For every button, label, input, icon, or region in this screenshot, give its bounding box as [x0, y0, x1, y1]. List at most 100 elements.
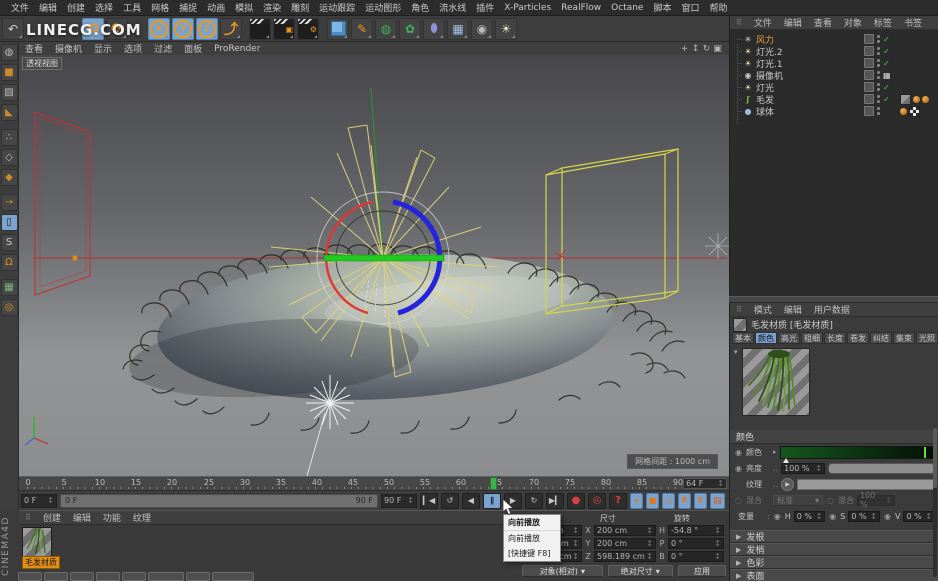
tab-clump[interactable]: 集束	[893, 332, 915, 344]
vp-menu-prorender[interactable]: ProRender	[208, 44, 266, 54]
tab-kink[interactable]: 纠结	[870, 332, 892, 344]
scale-tool-button[interactable]: ⟳	[106, 17, 128, 40]
render-picture-viewer-button[interactable]: ▣	[273, 17, 295, 40]
attr-menu-edit[interactable]: 编辑	[778, 303, 808, 316]
menu-create[interactable]: 创建	[62, 1, 90, 14]
rot-p-field[interactable]: 0 ° ↕	[668, 538, 724, 549]
gradient-knot[interactable]	[782, 457, 789, 463]
mix-strength-field[interactable]: 100 % ↕	[857, 491, 895, 509]
attr-menu-mode[interactable]: 模式	[748, 303, 778, 316]
mini-tab[interactable]	[44, 572, 68, 581]
om-menu-file[interactable]: 文件	[748, 16, 778, 29]
menu-select[interactable]: 选择	[90, 1, 118, 14]
undo-button[interactable]: ↶	[2, 17, 24, 40]
visibility-dots[interactable]	[877, 35, 880, 43]
menu-snap[interactable]: 捕捉	[174, 1, 202, 14]
menu-help[interactable]: 帮助	[704, 1, 732, 14]
primitive-cube-button[interactable]	[327, 17, 349, 40]
vp-menu-options[interactable]: 选项	[118, 42, 148, 55]
menu-render[interactable]: 渲染	[258, 1, 286, 14]
render-view-button[interactable]	[249, 17, 271, 40]
viewport-solo-button[interactable]: ▯	[0, 214, 18, 231]
om-menu-objects[interactable]: 对象	[838, 16, 868, 29]
light-button[interactable]: ☀	[495, 17, 517, 40]
section-roots[interactable]: ▶ 发根	[730, 530, 938, 543]
tab-basic[interactable]: 基本	[732, 332, 754, 344]
menu-file[interactable]: 文件	[6, 1, 34, 14]
mini-tab[interactable]	[212, 572, 254, 581]
menu-motion-tracker[interactable]: 运动跟踪	[314, 1, 360, 14]
mini-tab[interactable]	[70, 572, 94, 581]
fields-button[interactable]: ⬮	[423, 17, 445, 40]
menu-tools[interactable]: 工具	[118, 1, 146, 14]
mini-tab[interactable]	[18, 572, 42, 581]
key-parameter-toggle[interactable]: P	[678, 492, 691, 509]
mat-menu-function[interactable]: 功能	[97, 511, 127, 524]
play-forward-button[interactable]: ↻	[525, 492, 543, 509]
gizmo-y-band[interactable]	[323, 254, 445, 262]
tab-thickness[interactable]: 粗细	[801, 332, 823, 344]
object-row-wind[interactable]: ✳ 风力 ✓	[730, 33, 938, 46]
enabled-check-icon[interactable]: ✓	[883, 59, 890, 68]
deformers-button[interactable]: ✿	[399, 17, 421, 40]
stepper-icon[interactable]: ↕	[47, 496, 54, 505]
axis-mode-button[interactable]: →	[0, 194, 18, 211]
layer-swatch[interactable]	[864, 82, 874, 92]
timeline-range-slider[interactable]: 0 F 90 F	[60, 493, 378, 508]
panel-grip-icon[interactable]: ⠿	[730, 305, 748, 314]
camera-button[interactable]: ◉	[471, 17, 493, 40]
stepper-icon[interactable]: ↕	[407, 496, 414, 505]
rot-b-field[interactable]: 0 ° ↕	[668, 551, 724, 562]
current-frame-field[interactable]: 64 F ↕	[683, 478, 727, 489]
om-menu-edit[interactable]: 编辑	[778, 16, 808, 29]
lock-z-button[interactable]: Z	[196, 17, 218, 40]
texture-tag[interactable]	[909, 105, 920, 117]
object-row-light1[interactable]: ☀ 灯光.1 ✓	[730, 57, 938, 70]
mix-mode-dropdown[interactable]: 标准 ▾	[773, 494, 823, 506]
section-surface[interactable]: ▶ 表面	[730, 569, 938, 581]
brightness-slider[interactable]	[828, 462, 935, 474]
key-scale-toggle[interactable]: ■	[646, 492, 659, 509]
material-preview[interactable]	[742, 348, 810, 416]
h-variation-field[interactable]: 0 % ↕	[793, 510, 826, 522]
points-mode-button[interactable]: ∴	[0, 129, 18, 146]
menu-animate[interactable]: 动画	[202, 1, 230, 14]
object-row-camera[interactable]: ◉ 摄像机 ▦	[730, 69, 938, 82]
maximize-view-icon[interactable]: ▣	[712, 44, 723, 54]
menu-octane[interactable]: Octane	[606, 3, 648, 13]
tab-illumination[interactable]: 光照	[916, 332, 938, 344]
rot-h-field[interactable]: -54.8 ° ↕	[668, 525, 724, 536]
layer-swatch[interactable]	[864, 58, 874, 68]
menu-plugins[interactable]: 插件	[471, 1, 499, 14]
panel-grip-icon[interactable]: ⠿	[19, 513, 37, 522]
layer-swatch[interactable]	[864, 70, 874, 80]
visibility-dots[interactable]	[877, 83, 880, 91]
edges-mode-button[interactable]: ◇	[0, 149, 18, 166]
size-y-field[interactable]: 200 cm ↕	[594, 538, 656, 549]
menu-mesh[interactable]: 网格	[146, 1, 174, 14]
emitter-handle-dot[interactable]	[72, 255, 78, 261]
texture-path-field[interactable]	[797, 478, 935, 490]
visibility-dots[interactable]	[877, 107, 880, 115]
coord-mode-dropdown[interactable]: 对象(相对) ▾	[522, 565, 603, 577]
visibility-dots[interactable]	[877, 95, 880, 103]
view-label[interactable]: 透视视图	[22, 57, 62, 70]
convert-object-button[interactable]: ◍	[0, 44, 18, 61]
mini-tab[interactable]	[122, 572, 146, 581]
lock-y-button[interactable]: Y	[172, 17, 194, 40]
om-menu-view[interactable]: 查看	[808, 16, 838, 29]
brightness-field[interactable]: 100 % ↕	[781, 462, 826, 474]
object-row-sphere[interactable]: ● 球体	[730, 105, 938, 118]
model-mode-button[interactable]: ■	[0, 64, 18, 81]
viewport-scene[interactable]: 网格间距 : 1000 cm	[19, 55, 729, 476]
size-x-field[interactable]: 200 cm ↕	[594, 525, 656, 536]
radio-icon[interactable]: ◉	[734, 464, 743, 473]
mat-menu-create[interactable]: 创建	[37, 511, 67, 524]
color-section-header[interactable]: 颜色	[730, 430, 938, 444]
radio-icon[interactable]: ◉	[734, 448, 743, 457]
tab-length[interactable]: 长度	[824, 332, 846, 344]
menu-xparticles[interactable]: X-Particles	[499, 3, 556, 13]
radio-icon[interactable]: ◉	[883, 512, 892, 521]
rotate-view-icon[interactable]: ↻	[701, 44, 712, 54]
preview-collapse-icon[interactable]: ▾	[734, 348, 742, 416]
